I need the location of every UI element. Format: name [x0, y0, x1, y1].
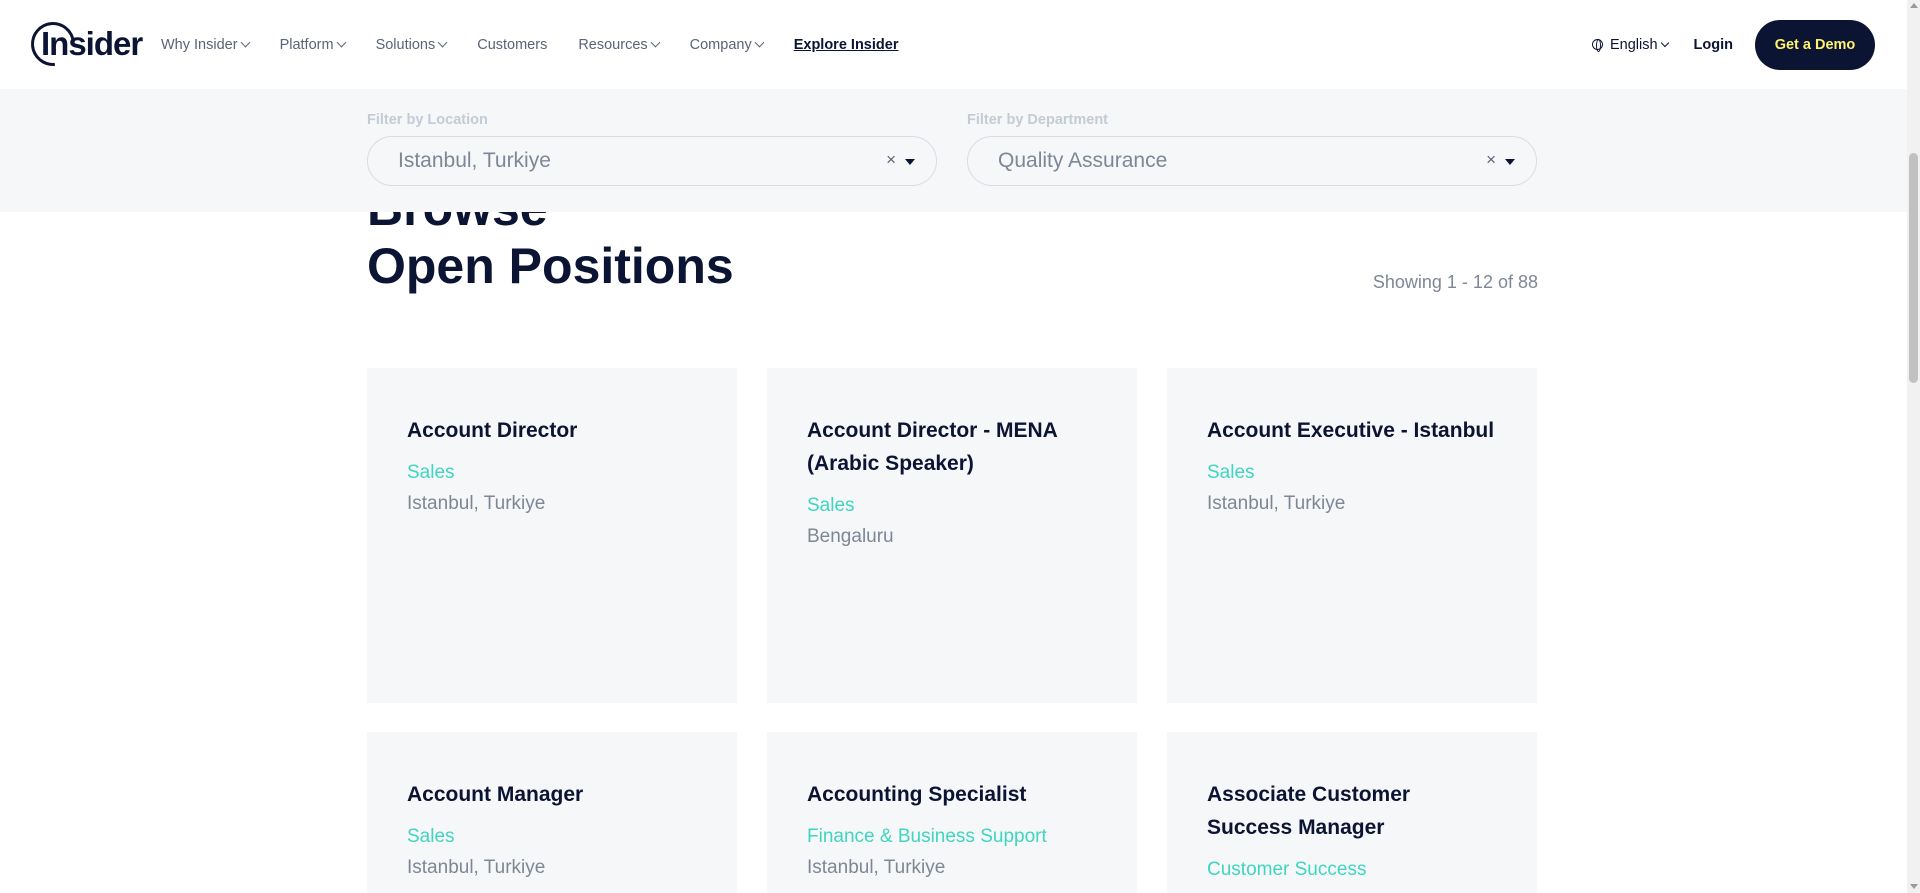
nav-customers-label: Customers [477, 36, 548, 53]
position-title: Accounting Specialist [807, 783, 1027, 806]
clear-location-icon[interactable]: × [886, 150, 896, 170]
department-select-value: Quality Assurance [998, 149, 1168, 172]
position-location: Istanbul, Turkiye [807, 857, 946, 878]
nav-solutions-label: Solutions [375, 36, 436, 53]
department-filter-label: Filter by Department [967, 112, 1108, 128]
location-select[interactable]: Istanbul, Turkiye × [367, 136, 937, 186]
page-scrollbar[interactable] [1907, 0, 1920, 893]
filter-bar: Filter by Location Istanbul, Turkiye × F… [0, 89, 1907, 212]
caret-down-icon[interactable] [1505, 159, 1515, 165]
header-actions: English Login Get a Demo [1591, 0, 1907, 89]
position-department: Customer Success [1207, 859, 1367, 880]
nav-explore-insider[interactable]: Explore Insider [794, 37, 899, 53]
nav-customers[interactable]: Customers [477, 37, 547, 53]
chevron-down-icon [240, 37, 251, 48]
position-location: Istanbul, Turkiye [407, 857, 546, 878]
nav-solutions[interactable]: Solutions [375, 36, 448, 53]
scroll-up-arrow-icon[interactable] [1910, 3, 1918, 8]
location-filter-label: Filter by Location [367, 112, 488, 128]
nav-platform-label: Platform [279, 36, 334, 53]
location-select-value: Istanbul, Turkiye [398, 149, 551, 172]
main-nav: Why Insider Platform Solutions Customers… [161, 0, 898, 89]
position-card[interactable]: Account Director Sales Istanbul, Turkiye [367, 368, 737, 703]
nav-why-insider[interactable]: Why Insider [161, 36, 251, 53]
language-label: English [1609, 36, 1658, 53]
chevron-down-icon [437, 37, 448, 48]
nav-resources-label: Resources [578, 36, 648, 53]
position-card[interactable]: Account Manager Sales Istanbul, Turkiye [367, 732, 737, 893]
nav-resources[interactable]: Resources [578, 36, 661, 53]
position-department: Sales [407, 826, 455, 847]
position-department: Sales [807, 495, 855, 516]
location-filter: Filter by Location Istanbul, Turkiye × [367, 112, 937, 186]
position-location: Bengaluru [807, 526, 894, 547]
position-department: Sales [407, 462, 455, 483]
scroll-down-arrow-icon[interactable] [1910, 884, 1918, 889]
position-card[interactable]: Associate Customer Success Manager Custo… [1167, 732, 1537, 893]
heading-open-positions: Open Positions [367, 238, 734, 294]
position-location: Istanbul, Turkiye [1207, 493, 1346, 514]
chevron-down-icon [1660, 38, 1669, 48]
position-card[interactable]: Accounting Specialist Finance & Business… [767, 732, 1137, 893]
login-link[interactable]: Login [1694, 37, 1733, 53]
site-header: Insider Why Insider Platform Solutions C… [0, 0, 1907, 89]
language-selector[interactable]: English [1591, 36, 1669, 53]
chevron-down-icon [336, 37, 347, 48]
position-card[interactable]: Account Director - MENA (Arabic Speaker)… [767, 368, 1137, 703]
nav-why-insider-label: Why Insider [161, 36, 238, 53]
chevron-down-icon [650, 37, 661, 48]
position-title: Account Director [407, 419, 578, 442]
globe-icon [1591, 39, 1603, 52]
position-location: Istanbul, Turkiye [407, 493, 546, 514]
position-department: Sales [1207, 462, 1255, 483]
position-title: Associate Customer Success Manager [1207, 783, 1411, 839]
get-a-demo-button[interactable]: Get a Demo [1755, 19, 1875, 70]
position-title: Account Director - MENA (Arabic Speaker) [807, 419, 1058, 475]
position-title: Account Executive - Istanbul [1207, 419, 1495, 442]
chevron-down-icon [754, 37, 765, 48]
nav-company-label: Company [689, 36, 752, 53]
results-count: Showing 1 - 12 of 88 [1372, 272, 1538, 292]
page: Insider Why Insider Platform Solutions C… [0, 0, 1920, 893]
position-card[interactable]: Account Executive - Istanbul Sales Istan… [1167, 368, 1537, 703]
position-title: Account Manager [407, 783, 584, 806]
nav-company[interactable]: Company [689, 36, 765, 53]
insider-logo[interactable]: Insider [22, 13, 143, 75]
caret-down-icon[interactable] [905, 159, 915, 165]
scroll-thumb[interactable] [1909, 153, 1918, 383]
logo-text: Insider [41, 25, 143, 62]
department-select[interactable]: Quality Assurance × [967, 136, 1537, 186]
nav-platform[interactable]: Platform [279, 36, 347, 53]
position-department: Finance & Business Support [807, 826, 1047, 847]
department-filter: Filter by Department Quality Assurance × [967, 112, 1537, 186]
clear-department-icon[interactable]: × [1486, 150, 1496, 170]
